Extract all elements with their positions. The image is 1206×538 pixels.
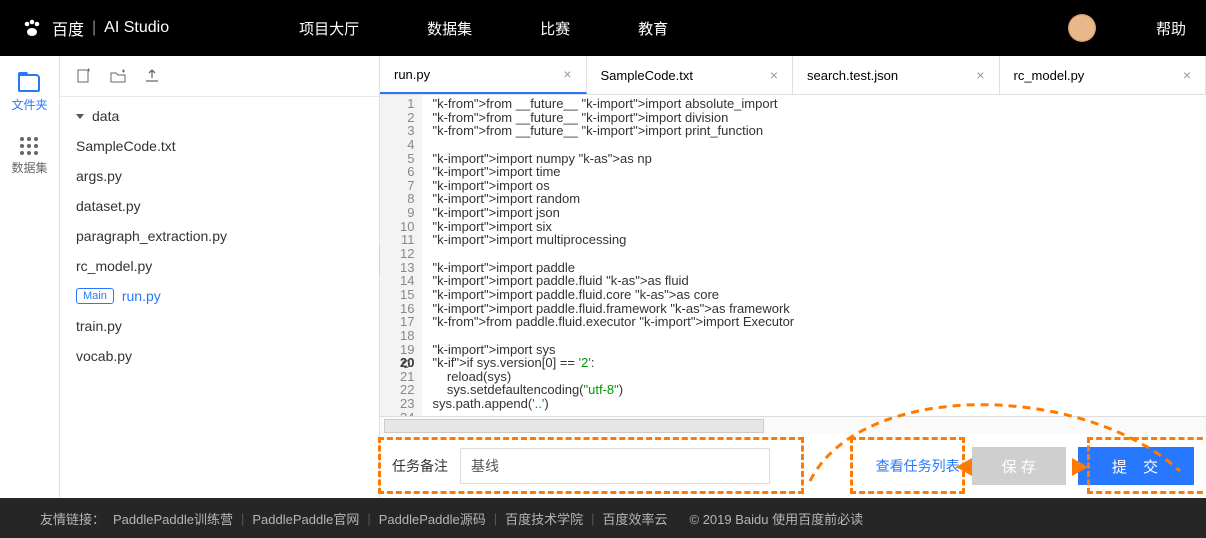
- view-tasks-link[interactable]: 查看任务列表: [876, 456, 960, 476]
- file-run-py[interactable]: Main run.py: [60, 281, 379, 311]
- footer-link-4[interactable]: 百度效率云: [603, 509, 668, 528]
- file-tree: data SampleCode.txt args.py dataset.py p…: [60, 97, 379, 375]
- file-rc-model[interactable]: rc_model.py: [60, 251, 379, 281]
- nav-education[interactable]: 教育: [638, 18, 668, 39]
- file-samplecode[interactable]: SampleCode.txt: [60, 131, 379, 161]
- arrow-marker-right: [1072, 458, 1088, 476]
- editor-area: ◂ run.py× SampleCode.txt× search.test.js…: [380, 56, 1206, 498]
- new-file-icon[interactable]: [76, 68, 92, 84]
- main-badge: Main: [76, 288, 114, 304]
- rail-datasets[interactable]: 数据集: [11, 137, 47, 176]
- help-link[interactable]: 帮助: [1156, 18, 1186, 39]
- new-folder-icon[interactable]: [110, 68, 126, 84]
- avatar[interactable]: [1068, 14, 1096, 42]
- editor-tabs: run.py× SampleCode.txt× search.test.json…: [380, 56, 1206, 95]
- folder-icon: [18, 74, 40, 92]
- rail-files-label: 文件夹: [11, 96, 47, 113]
- folder-data[interactable]: data: [60, 101, 379, 131]
- footer-label: 友情链接：: [40, 509, 105, 528]
- tab-samplecode[interactable]: SampleCode.txt×: [587, 56, 794, 94]
- rail-datasets-label: 数据集: [11, 159, 47, 176]
- nav-projects[interactable]: 项目大厅: [299, 18, 359, 39]
- nav-datasets[interactable]: 数据集: [427, 18, 472, 39]
- file-paragraph-extraction[interactable]: paragraph_extraction.py: [60, 221, 379, 251]
- line-gutter: 1 2 3 4 5 6 7 8 9 10 11 12 13 14 15 16 1…: [380, 95, 422, 416]
- tab-rc-model[interactable]: rc_model.py×: [1000, 56, 1206, 94]
- save-button[interactable]: 保 存: [972, 447, 1066, 485]
- footer-link-1[interactable]: PaddlePaddle官网: [252, 509, 359, 528]
- footer-link-0[interactable]: PaddlePaddle训练营: [113, 509, 233, 528]
- file-dataset[interactable]: dataset.py: [60, 191, 379, 221]
- tab-run-py[interactable]: run.py×: [380, 56, 587, 94]
- code-editor[interactable]: 1 2 3 4 5 6 7 8 9 10 11 12 13 14 15 16 1…: [380, 95, 1206, 416]
- left-rail: 文件夹 数据集: [0, 56, 60, 498]
- horizontal-scrollbar[interactable]: [380, 416, 1206, 434]
- chevron-down-icon: [76, 114, 84, 119]
- bottom-bar: 任务备注 查看任务列表 保 存 提 交: [380, 434, 1206, 498]
- code-content[interactable]: "k-from">from __future__ "k-import">impo…: [422, 95, 804, 416]
- footer: 友情链接： PaddlePaddle训练营| PaddlePaddle官网| P…: [0, 498, 1206, 538]
- brand-text: 百度: [52, 16, 84, 40]
- main-area: 文件夹 数据集 data SampleCode.txt args.py data…: [0, 56, 1206, 498]
- divider: |: [92, 19, 96, 37]
- studio-text: AI Studio: [104, 19, 169, 37]
- task-input[interactable]: [460, 448, 770, 484]
- baidu-paw-icon: [20, 16, 44, 40]
- submit-button[interactable]: 提 交: [1078, 447, 1194, 485]
- footer-copyright: © 2019 Baidu 使用百度前必读: [690, 509, 864, 528]
- arrow-marker-left: [956, 458, 972, 476]
- header: 百度 | AI Studio 项目大厅 数据集 比赛 教育 帮助: [0, 0, 1206, 56]
- file-train[interactable]: train.py: [60, 311, 379, 341]
- file-vocab[interactable]: vocab.py: [60, 341, 379, 371]
- file-toolbar: [60, 56, 379, 97]
- file-panel: data SampleCode.txt args.py dataset.py p…: [60, 56, 380, 498]
- footer-link-3[interactable]: 百度技术学院: [505, 509, 583, 528]
- top-nav: 项目大厅 数据集 比赛 教育: [299, 18, 668, 39]
- file-args[interactable]: args.py: [60, 161, 379, 191]
- folder-label: data: [92, 108, 119, 124]
- rail-files[interactable]: 文件夹: [11, 74, 47, 113]
- upload-icon[interactable]: [144, 68, 160, 84]
- nav-contest[interactable]: 比赛: [540, 18, 570, 39]
- close-icon[interactable]: ×: [976, 67, 984, 83]
- tab-search-json[interactable]: search.test.json×: [793, 56, 1000, 94]
- close-icon[interactable]: ×: [563, 66, 571, 82]
- logo[interactable]: 百度 | AI Studio: [20, 16, 169, 40]
- dataset-icon: [20, 137, 38, 155]
- task-label: 任务备注: [392, 456, 448, 476]
- close-icon[interactable]: ×: [1183, 67, 1191, 83]
- close-icon[interactable]: ×: [770, 67, 778, 83]
- footer-link-2[interactable]: PaddlePaddle源码: [379, 509, 486, 528]
